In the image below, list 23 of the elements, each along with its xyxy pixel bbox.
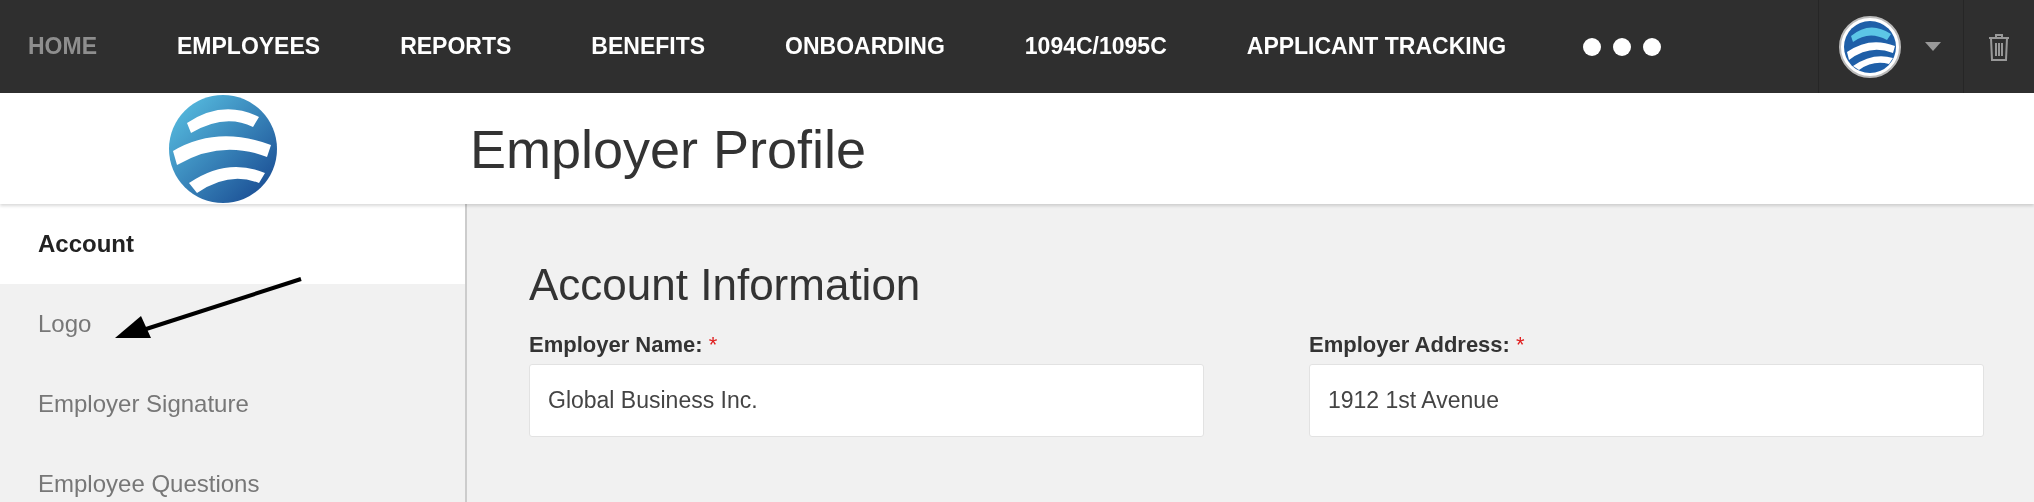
caret-icon[interactable] xyxy=(1925,42,1941,51)
required-mark: * xyxy=(1515,332,1525,358)
field-label: Employer Address: xyxy=(1309,332,1510,358)
field-label: Employer Name: xyxy=(529,332,703,358)
trash-icon[interactable] xyxy=(1988,32,2010,61)
nav-link[interactable]: REPORTS xyxy=(400,33,512,60)
more-icon[interactable] xyxy=(1582,36,1663,57)
required-mark: * xyxy=(708,332,718,358)
nav-link[interactable]: APPLICANT TRACKING xyxy=(1246,33,1507,60)
input-field[interactable]: Global Business Inc. xyxy=(529,364,1204,437)
nav-link[interactable]: EMPLOYEES xyxy=(177,33,321,60)
nav-link[interactable]: BENEFITS xyxy=(591,33,706,60)
globe-avatar-icon[interactable] xyxy=(1839,15,1901,78)
nav-link[interactable]: ONBOARDING xyxy=(785,33,945,60)
sidebar-item[interactable]: Employee Questions xyxy=(0,444,465,502)
nav-link[interactable]: HOME xyxy=(28,33,97,60)
sidebar-item[interactable]: Employer Signature xyxy=(0,364,465,444)
section-title: Account Information xyxy=(529,260,922,310)
input-field[interactable]: 1912 1st Avenue xyxy=(1309,364,1984,437)
nav-link[interactable]: 1094C/1095C xyxy=(1024,33,1167,60)
sidebar-item[interactable]: Account xyxy=(0,204,465,284)
page-title: Employer Profile xyxy=(470,117,867,180)
sidebar-item[interactable]: Logo xyxy=(0,284,465,364)
